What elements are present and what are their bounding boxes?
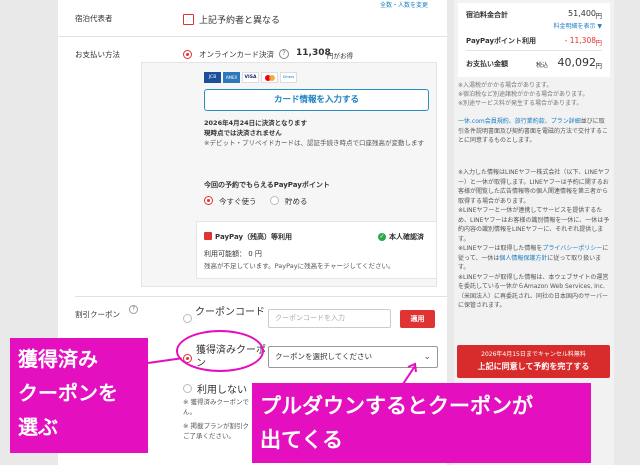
tax-note-1: ※入湯税がかかる場合があります。 <box>458 82 553 89</box>
personal-info-policy-link[interactable]: 個人情報保護方針 <box>499 255 547 262</box>
annotation-left-line-1: 獲得済み <box>18 347 98 371</box>
save-points-label: 貯める <box>285 197 308 206</box>
lineyahoo-note-2: ※LINEヤフーと一休が連携してサービスを提供するため、LINEヤフーはお客様の… <box>458 207 610 243</box>
annotation-left-line-2: クーポンを <box>18 381 118 405</box>
different-guest-label: 上記予約者と異なる <box>199 16 281 26</box>
price-detail-link[interactable]: 料金明細を表示 ▼ <box>553 21 602 30</box>
section-divider <box>58 36 447 37</box>
guest-label: 宿泊代表者 <box>75 14 113 23</box>
terms-agreement: 一休.com会員規約、旅行業約款、プラン詳細並びに取引条件説明書面及び契約書面を… <box>458 117 610 146</box>
apply-coupon-button[interactable]: 適用 <box>400 310 435 328</box>
card-brand-logos: JCB AMEX VISA Diners <box>204 72 297 83</box>
booking-page: 全数・人数を変更 宿泊代表者 上記予約者と異なる お支払い方法 オンラインカード… <box>0 0 640 465</box>
points-use-label: PayPayポイント利用 <box>466 37 537 45</box>
pay-amount-unit: 円 <box>595 62 603 70</box>
points-use-value: - 11,308 <box>564 36 596 45</box>
pay-amount-label: お支払い金額 <box>466 60 508 68</box>
coupon-code-label: クーポンコード <box>195 307 265 318</box>
annotation-left-line-3: 選ぶ <box>18 415 58 439</box>
mastercard-icon <box>261 72 278 83</box>
amex-icon: AMEX <box>223 72 240 83</box>
travel-terms-link[interactable]: 旅行業約款、 <box>515 118 551 125</box>
points-title: 今回の予約でもらえるPayPayポイント <box>204 181 330 189</box>
settle-date: 2026年4月24日に決済となります <box>204 119 307 127</box>
use-now-radio[interactable] <box>204 196 213 205</box>
different-guest-checkbox[interactable] <box>183 14 194 25</box>
lineyahoo-note-1: ※入力した情報はLINEヤフー株式会社（以下、LINEヤフー）と一休が取得します… <box>458 169 610 205</box>
annotation-left: 獲得済み クーポンを 選ぶ <box>10 338 148 453</box>
jcb-icon: JCB <box>204 72 221 83</box>
points-use-unit: 円 <box>595 39 603 47</box>
plan-detail-link[interactable]: プラン詳細 <box>551 118 581 125</box>
payment-label: お支払い方法 <box>75 50 120 59</box>
available-amount: 利用可能額： 0 円 <box>204 250 262 258</box>
total-label: 宿泊料金合計 <box>466 11 508 19</box>
pay-prefix: 税込 <box>535 62 548 69</box>
annotation-right-line-2: 出てくる <box>260 428 343 452</box>
price-summary: 宿泊料金合計 51,400 円 料金明細を表示 ▼ PayPayポイント利用 -… <box>458 3 610 77</box>
coupon-note-1: ※ 獲得済みクーポンで <box>183 398 250 406</box>
enter-card-button[interactable]: カード情報を入力する <box>204 89 429 111</box>
annotation-right: プルダウンするとクーポンが 出てくる <box>252 383 591 463</box>
coupon-select-value: クーポンを選択してください <box>275 352 373 361</box>
check-icon: ✓ <box>378 233 386 241</box>
annotation-arrow-right <box>402 362 417 385</box>
pay-amount-value: 40,092 <box>557 56 597 69</box>
lineyahoo-notes: ※入力した情報はLINEヤフー株式会社（以下、LINEヤフー）と一休が取得します… <box>458 168 610 311</box>
change-people-link[interactable]: 全数・人数を変更 <box>380 0 428 9</box>
paypay-title: PayPay（残高）等利用 <box>215 233 293 241</box>
coupon-code-input[interactable]: クーポンコードを入力 <box>268 309 391 328</box>
help-icon[interactable]: ? <box>279 49 289 59</box>
online-card-label: オンラインカード決済 <box>199 50 274 59</box>
debit-note: ※デビット・プリペイドカードは、認証手続き時点で口座残高が変動します <box>204 139 424 147</box>
member-terms-link[interactable]: 一休.com会員規約、 <box>458 118 515 125</box>
visa-icon: VISA <box>242 72 259 83</box>
free-cancel-notice: 2026年4月15日までキャンセル料無料 <box>481 351 586 358</box>
annotation-right-line-1: プルダウンするとクーポンが <box>260 394 533 418</box>
coupon-help-icon[interactable]: ? <box>129 305 138 314</box>
coupon-label: 割引クーポン <box>75 310 120 319</box>
no-coupon-radio[interactable] <box>183 384 192 393</box>
tax-note-2: ※宿泊税など別途諸税がかかる場合があります。 <box>458 91 589 98</box>
complete-booking-label: 上記に同意して予約を完了する <box>477 362 590 371</box>
coupon-note-3: ※ 掲載プランが割引ク <box>183 422 250 430</box>
no-coupon-label: 利用しない <box>197 385 247 396</box>
verified-label: 本人確認済 <box>389 233 424 241</box>
tax-notes: ※入湯税がかかる場合があります。 ※宿泊税など別途諸税がかかる場合があります。 … <box>458 81 610 108</box>
use-now-label: 今すぐ使う <box>219 197 257 206</box>
highlight-ellipse <box>176 330 264 372</box>
online-card-radio[interactable] <box>183 50 192 59</box>
balance-note: 残高が不足しています。PayPayに残高をチャージしてください。 <box>204 262 395 270</box>
complete-booking-button[interactable]: 2026年4月15日までキャンセル料無料 上記に同意して予約を完了する <box>457 345 610 378</box>
paypay-icon <box>204 232 212 240</box>
total-value: 51,400 <box>568 9 596 18</box>
coupon-note-2: ん。 <box>183 408 196 416</box>
summary-divider <box>466 50 602 51</box>
coupon-note-4: ご了承ください。 <box>183 432 235 440</box>
tax-note-3: ※別途サービス料が発生する場合があります。 <box>458 100 583 107</box>
discount-price-suffix: 円がお得 <box>327 52 353 60</box>
section-divider <box>75 296 447 297</box>
save-points-radio[interactable] <box>270 196 279 205</box>
discount-price: 11,308 <box>296 48 331 58</box>
coupon-code-radio[interactable] <box>183 314 192 323</box>
diners-icon: Diners <box>280 72 297 83</box>
settle-note: 現時点では決済されません <box>204 129 282 137</box>
lineyahoo-note-4: ※LINEヤフーが取得した情報は、本ウェブサイトの運営を委託している一休からAm… <box>458 273 609 310</box>
total-unit: 円 <box>595 12 603 20</box>
lineyahoo-note-3: ※LINEヤフーは取得した情報をプライバシーポリシーに従って、一休は個人情報保護… <box>458 245 609 271</box>
privacy-policy-link[interactable]: プライバシーポリシー <box>542 245 602 252</box>
